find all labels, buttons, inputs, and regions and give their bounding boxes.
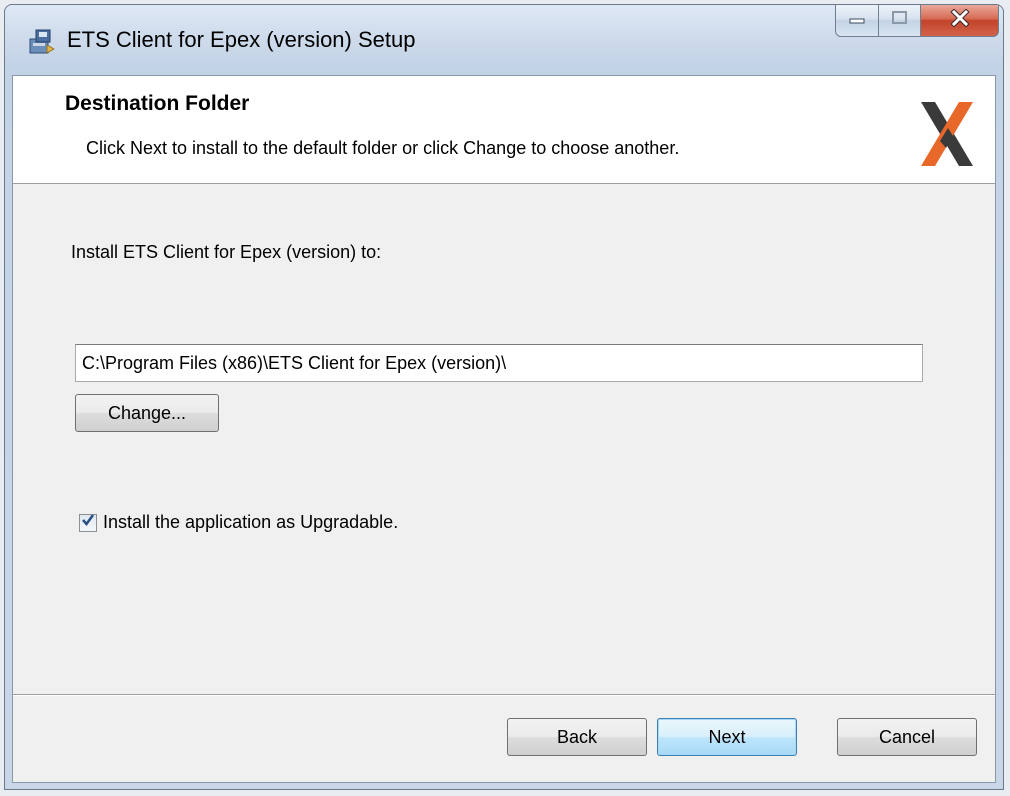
next-button[interactable]: Next [657, 718, 797, 756]
maximize-icon [890, 10, 910, 31]
upgradable-option[interactable]: Install the application as Upgradable. [79, 512, 398, 533]
dialog-client-area: Destination Folder Click Next to install… [12, 75, 996, 783]
maximize-button[interactable] [879, 5, 921, 37]
cancel-button[interactable]: Cancel [837, 718, 977, 756]
upgradable-checkbox-label[interactable]: Install the application as Upgradable. [103, 512, 398, 533]
upgradable-checkbox[interactable] [79, 513, 97, 532]
caption-buttons [835, 5, 999, 43]
minimize-button[interactable] [835, 5, 879, 37]
banner-header: Destination Folder Click Next to install… [13, 76, 995, 184]
window-title: ETS Client for Epex (version) Setup [67, 27, 416, 52]
install-location-label: Install ETS Client for Epex (version) to… [71, 242, 382, 262]
footer-divider [13, 694, 995, 696]
close-button[interactable] [921, 5, 999, 37]
page-title: Destination Folder [65, 92, 250, 115]
close-icon [949, 8, 971, 32]
brand-logo-icon [915, 98, 979, 170]
installer-icon [27, 27, 57, 57]
checkmark-icon [81, 513, 95, 532]
setup-window: ETS Client for Epex (version) Setup Dest… [4, 4, 1004, 790]
minimize-icon [847, 11, 867, 30]
back-button[interactable]: Back [507, 718, 647, 756]
change-button[interactable]: Change... [75, 394, 219, 432]
page-description: Click Next to install to the default fol… [86, 138, 680, 158]
install-path-field[interactable] [75, 344, 923, 382]
title-bar[interactable]: ETS Client for Epex (version) Setup [5, 5, 1003, 75]
